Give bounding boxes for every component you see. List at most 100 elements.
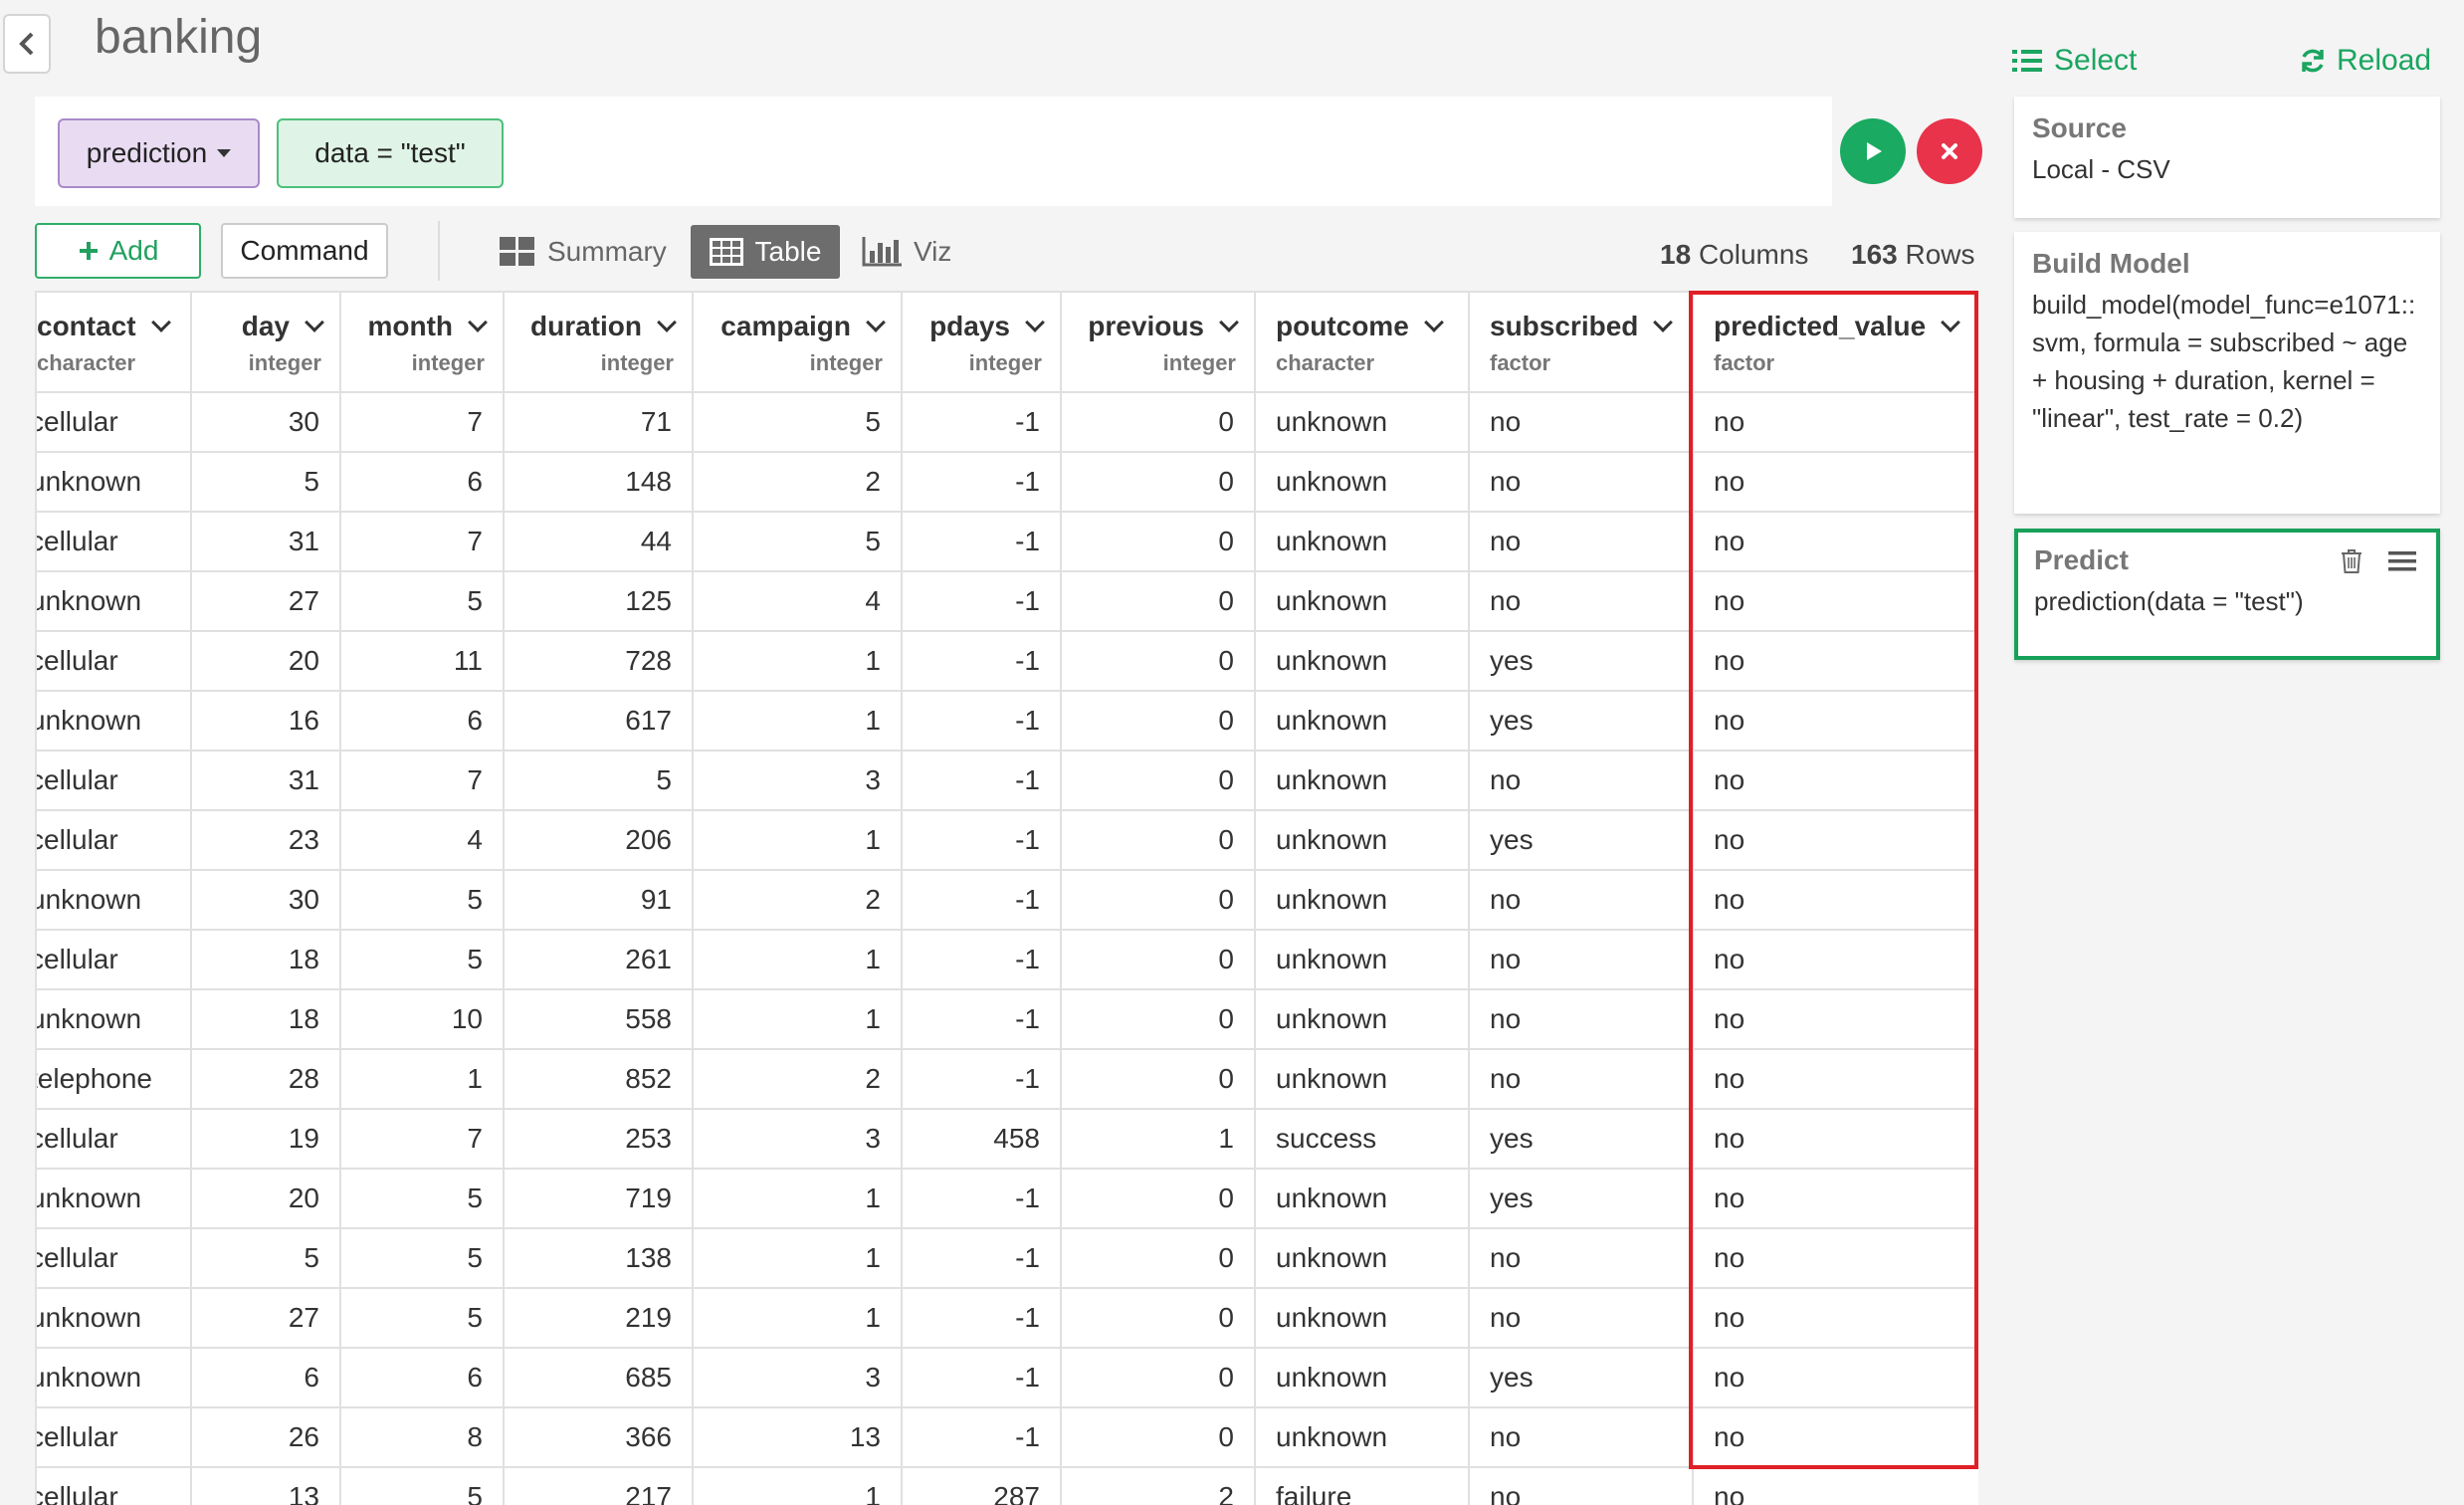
cell-previous: 0 [1060, 929, 1256, 990]
cell-campaign: 3 [692, 1347, 903, 1408]
tab-summary-label: Summary [547, 236, 667, 267]
cell-poutcome: unknown [1254, 511, 1470, 572]
column-header-month[interactable]: month integer [339, 291, 505, 393]
cell-contact: cellular [35, 511, 192, 572]
cell-month: 10 [339, 988, 505, 1050]
table-row: unknown 16 6 617 1 -1 0 unknown yes no [35, 690, 1978, 752]
column-chevron-icon[interactable] [150, 313, 171, 332]
column-chevron-icon[interactable] [1423, 313, 1444, 332]
column-chevron-icon[interactable] [1653, 313, 1674, 332]
add-button-label: Add [108, 235, 159, 266]
toolbar-divider [438, 221, 440, 281]
cell-predicted-value: no [1692, 451, 1978, 513]
column-header-contact[interactable]: contact character [35, 291, 192, 393]
function-chip-label: prediction [86, 137, 208, 168]
column-name-text: campaign [720, 311, 851, 341]
cell-duration: 366 [503, 1406, 694, 1468]
cell-month: 5 [339, 929, 505, 990]
column-header-subscribed[interactable]: subscribed factor [1468, 291, 1694, 393]
column-chevron-icon[interactable] [1219, 313, 1239, 332]
cell-month: 8 [339, 1406, 505, 1468]
column-name: campaign [714, 311, 886, 342]
step-title: Build Model [2032, 248, 2190, 279]
cell-subscribed: no [1468, 750, 1694, 811]
column-chevron-icon[interactable] [1025, 313, 1045, 332]
cancel-button[interactable] [1917, 118, 1982, 184]
caret-down-icon [217, 149, 232, 157]
function-chip[interactable]: prediction [58, 118, 260, 188]
cell-previous: 0 [1060, 988, 1256, 1050]
run-button[interactable] [1840, 118, 1906, 184]
table-row: cellular 18 5 261 1 -1 0 unknown no no [35, 929, 1978, 990]
cell-subscribed: no [1468, 1048, 1694, 1110]
cell-contact: cellular [35, 391, 192, 453]
cell-campaign: 13 [692, 1406, 903, 1468]
cell-predicted-value: no [1692, 1466, 1978, 1505]
cell-pdays: -1 [901, 750, 1062, 811]
column-header-pdays[interactable]: pdays integer [901, 291, 1062, 393]
back-button[interactable] [3, 14, 51, 74]
cell-pdays: -1 [901, 451, 1062, 513]
column-header-duration[interactable]: duration integer [503, 291, 694, 393]
column-header-previous[interactable]: previous integer [1060, 291, 1256, 393]
argument-chip[interactable]: data = "test" [277, 118, 504, 188]
cell-predicted-value: no [1692, 1227, 1978, 1289]
step-title: Source [2032, 112, 2127, 143]
cell-campaign: 5 [692, 511, 903, 572]
column-chevron-icon[interactable] [657, 313, 677, 332]
cell-contact: unknown [35, 1168, 192, 1229]
column-name: predicted_value [1714, 311, 1966, 342]
cell-previous: 0 [1060, 391, 1256, 453]
column-chevron-icon[interactable] [468, 313, 488, 332]
cell-poutcome: unknown [1254, 1347, 1470, 1408]
cell-predicted-value: no [1692, 1168, 1978, 1229]
column-name-text: pdays [929, 311, 1010, 341]
column-header-campaign[interactable]: campaign integer [692, 291, 903, 393]
cell-contact: unknown [35, 988, 192, 1050]
cell-contact: unknown [35, 1287, 192, 1349]
table-icon [709, 238, 743, 266]
trash-icon[interactable] [2341, 548, 2362, 574]
cell-previous: 0 [1060, 1406, 1256, 1468]
cell-subscribed: no [1468, 511, 1694, 572]
cell-poutcome: failure [1254, 1466, 1470, 1505]
table-row: cellular 23 4 206 1 -1 0 unknown yes no [35, 809, 1978, 871]
rows-count-value: 163 [1851, 239, 1898, 270]
select-link[interactable]: Select [2012, 44, 2137, 78]
cell-pdays: -1 [901, 690, 1062, 752]
step-card-build-model[interactable]: Build Model build_model(model_func=e1071… [2014, 232, 2440, 514]
table-row: cellular 20 11 728 1 -1 0 unknown yes no [35, 630, 1978, 692]
column-chevron-icon[interactable] [305, 313, 324, 332]
select-link-label: Select [2054, 44, 2138, 77]
menu-icon[interactable] [2388, 550, 2416, 572]
table-row: cellular 13 5 217 1 287 2 failure no no [35, 1466, 1978, 1505]
column-chevron-icon[interactable] [1941, 313, 1961, 332]
step-card-predict[interactable]: Predict prediction(data = "test") [2014, 529, 2440, 660]
column-name-text: predicted_value [1714, 311, 1927, 341]
cell-duration: 71 [503, 391, 694, 453]
add-button[interactable]: Add [35, 223, 201, 279]
column-header-poutcome[interactable]: poutcome character [1254, 291, 1470, 393]
cell-poutcome: unknown [1254, 451, 1470, 513]
cell-campaign: 2 [692, 1048, 903, 1110]
cell-poutcome: unknown [1254, 869, 1470, 931]
table-body: cellular 30 7 71 5 -1 0 unknown no no unknown 5 6 148… [35, 391, 1978, 1505]
cell-day: 31 [190, 750, 341, 811]
step-body: prediction(data = "test") [2034, 586, 2304, 616]
column-chevron-icon[interactable] [866, 313, 886, 332]
cell-previous: 0 [1060, 1227, 1256, 1289]
column-header-day[interactable]: day integer [190, 291, 341, 393]
page-title: banking [95, 11, 263, 64]
tab-summary[interactable]: Summary [500, 225, 667, 279]
column-type: integer [1162, 350, 1236, 375]
tab-viz[interactable]: Viz [862, 225, 951, 279]
cell-month: 6 [339, 451, 505, 513]
table-row: unknown 30 5 91 2 -1 0 unknown no no [35, 869, 1978, 931]
column-header-predicted-value[interactable]: predicted_value factor [1692, 291, 1978, 393]
command-button[interactable]: Command [221, 223, 388, 279]
reload-link[interactable]: Reload [2299, 44, 2431, 78]
step-card-source[interactable]: Source Local - CSV [2014, 97, 2440, 218]
close-icon [1942, 143, 1957, 159]
tab-table[interactable]: Table [691, 225, 840, 279]
cell-subscribed: no [1468, 570, 1694, 632]
